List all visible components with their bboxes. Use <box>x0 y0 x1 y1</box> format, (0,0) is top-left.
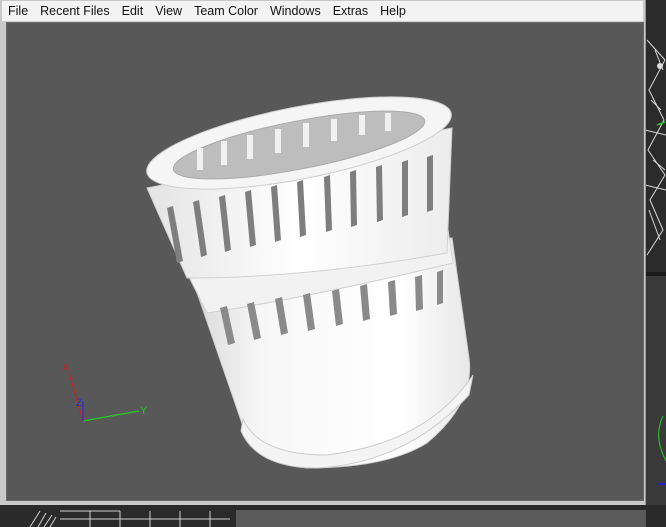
menu-file[interactable]: File <box>2 1 34 21</box>
menu-edit[interactable]: Edit <box>116 1 150 21</box>
background-window-right <box>644 0 666 272</box>
menu-help[interactable]: Help <box>374 1 412 21</box>
menu-view[interactable]: View <box>149 1 188 21</box>
z-axis-label: Z <box>76 397 83 409</box>
screen: File Recent Files Edit View Team Color W… <box>0 0 666 527</box>
menu-extras[interactable]: Extras <box>327 1 374 21</box>
viewport-canvas[interactable]: X Y Z <box>7 23 643 500</box>
background-panel-strip <box>236 510 646 527</box>
model-viewer-window: File Recent Files Edit View Team Color W… <box>0 0 646 505</box>
x-axis-label: X <box>62 362 70 374</box>
background-wireframe-top <box>644 39 666 256</box>
menu-windows[interactable]: Windows <box>264 1 327 21</box>
3d-viewport[interactable]: X Y Z <box>6 22 644 501</box>
y-axis-line <box>82 410 140 422</box>
background-wireframe-bottom <box>657 415 666 485</box>
menu-team-color[interactable]: Team Color <box>188 1 264 21</box>
cup-model[interactable] <box>140 78 474 469</box>
y-axis-label: Y <box>140 405 148 417</box>
menu-bar: File Recent Files Edit View Team Color W… <box>2 1 643 22</box>
axis-gizmo: X Y Z <box>62 362 148 422</box>
background-marker <box>657 63 663 69</box>
background-window-right-lower <box>645 276 666 527</box>
background-wireframe-bottom-left <box>29 510 230 527</box>
menu-recent-files[interactable]: Recent Files <box>34 1 115 21</box>
